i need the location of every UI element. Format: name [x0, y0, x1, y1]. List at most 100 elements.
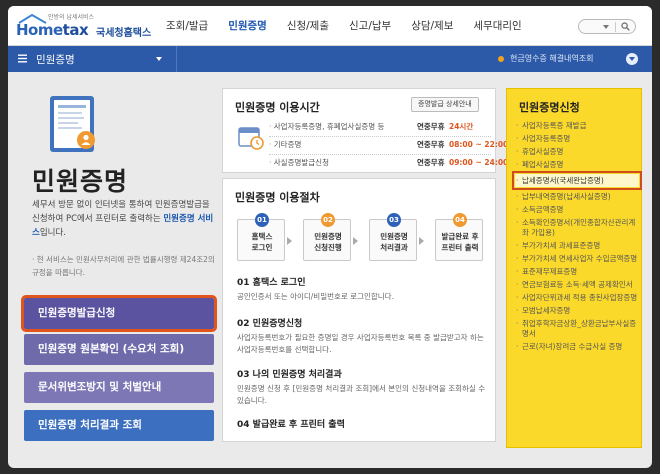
logo-tax-text: tax [62, 21, 89, 39]
arrow-right-icon [353, 237, 358, 245]
procedure-detail-heading: 02 민원증명신청 [237, 319, 303, 329]
procedure-title: 민원증명 이용절차 [235, 191, 320, 204]
hours-time: 09:00 ~ 24:00 [449, 158, 509, 167]
service-description: 세무서 방문 없이 인터넷을 통하여 민원증명발급을 신청하여 PC에서 프린터… [32, 198, 216, 240]
browser-page: 안방의 납세서비스 Hometax 국세청홈택스 조회/발급 민원증명 신청/제… [8, 6, 652, 468]
logo-home-text: Home [16, 21, 63, 39]
search-box[interactable] [578, 19, 636, 34]
certificate-link-highlighted[interactable]: 납세증명서(국세완납증명) [512, 171, 642, 190]
logo-korean-name: 국세청홈택스 [96, 28, 152, 39]
certificate-link[interactable]: 소득금액증명 [515, 203, 639, 216]
hours-days: 연중무휴 [417, 122, 445, 131]
certificate-link[interactable]: 사업자등록증명 [515, 132, 639, 145]
page-title: 민원증명 [32, 167, 129, 196]
nav-consult-report[interactable]: 상담/제보 [401, 6, 463, 46]
certificate-link[interactable]: 소득확인증명서(개인종합자산관리계좌 가입용) [515, 216, 639, 239]
apply-certificate-button[interactable]: 민원증명발급신청 [21, 295, 217, 332]
result-inquiry-button[interactable]: 민원증명 처리결과 조회 [24, 410, 214, 441]
hours-service: 사실증명발급신청 [269, 155, 329, 171]
main-navigation: 조회/발급 민원증명 신청/제출 신고/납부 상담/제보 세무대리인 [156, 6, 532, 46]
certificate-link[interactable]: 연금보험료등 소득·세액 공제확인서 [515, 278, 639, 291]
procedure-detail-heading: 01 홈택스 로그인 [237, 278, 306, 288]
notice-text[interactable]: 현금영수증 해결내역조회 [510, 53, 594, 64]
step-label: 홈택스 로그인 [238, 231, 286, 253]
procedure-step: 02 민원증명 신청진행 [303, 213, 351, 261]
procedure-step: 03 민원증명처리결과 [369, 213, 418, 261]
hours-service: 기타증명 [269, 137, 302, 153]
calendar-clock-icon [238, 127, 264, 150]
forgery-prevention-button[interactable]: 문서위변조방지 및 처벌안내 [24, 372, 214, 403]
hamburger-icon[interactable] [18, 54, 27, 63]
procedure-detail-heading: 03 나의 민원증명 처리결과 [237, 370, 342, 380]
detail-guide-button[interactable]: 증명발급 상세안내 [411, 97, 479, 112]
search-icon[interactable] [621, 22, 630, 31]
nav-apply-submit[interactable]: 신청/제출 [277, 6, 339, 46]
verify-original-button[interactable]: 민원증명 원본확인 (수요처 조회) [24, 334, 214, 365]
usage-hours-title: 민원증명 이용시간 [235, 101, 320, 114]
procedure-detail-text: 민원증명 신청 후 [민원증명 처리결과 조회]에서 본인의 신청내역을 조회하… [237, 384, 486, 405]
step-label: 민원증명처리결과 [370, 231, 418, 253]
procedure-detail-heading: 04 발급완료 후 프린터 출력 [237, 420, 345, 430]
step-label-line: 신청진행 [314, 243, 342, 252]
step-label-line: 민원증명 [380, 232, 408, 241]
section-bar: 민원증명 현금영수증 해결내역조회 [8, 46, 652, 72]
certificate-link[interactable]: 부가가치세 면세사업자 수입금액증명 [515, 252, 639, 265]
certificate-link[interactable]: 사업자단위과세 적용 종된사업장증명 [515, 291, 639, 304]
certificate-link[interactable]: 취업후학자금상환_상환금납부사실증명서 [515, 317, 639, 340]
certificate-link[interactable]: 모범납세자증명 [515, 304, 639, 317]
hours-service: 사업자등록증명, 휴폐업사실증명 등 [269, 119, 385, 135]
legal-note: · 현 서비스는 민원사무처리에 관한 법률시행령 제24조2의 규정을 따릅니… [32, 255, 215, 277]
step-label-line: 처리결과 [380, 243, 408, 252]
certificate-link[interactable]: 납부내역증명(납세사실증명) [515, 190, 639, 203]
usage-procedure-card: 민원증명 이용절차 01 홈택스 로그인 02 민원증명 신청진행 03 민원증명처… [222, 178, 496, 442]
nav-civil-certificate[interactable]: 민원증명 [218, 6, 277, 46]
apply-panel-title: 민원증명신청 [519, 101, 580, 114]
hours-time: 24시간 [449, 122, 474, 131]
left-intro-panel: 민원증명 세무서 방문 없이 인터넷을 통하여 민원증명발급을 신청하여 PC에… [21, 82, 218, 462]
procedure-detail: 04 발급완료 후 프린터 출력 [237, 417, 487, 430]
certificate-link[interactable]: 표준재무제표증명 [515, 265, 639, 278]
procedure-detail: 03 나의 민원증명 처리결과 민원증명 신청 후 [민원증명 처리결과 조회]… [237, 367, 487, 407]
step-number: 03 [387, 213, 401, 227]
notice-toggle-icon[interactable] [626, 53, 638, 65]
logo-tagline: 안방의 납세서비스 [48, 14, 95, 21]
document-icon [50, 96, 95, 152]
procedure-detail-text: 공인인증서 또는 아이디/비밀번호로 로그인합니다. [237, 292, 394, 301]
top-header: 안방의 납세서비스 Hometax 국세청홈택스 조회/발급 민원증명 신청/제… [8, 6, 652, 46]
certificate-apply-panel: 민원증명신청 사업자등록증 재발급사업자등록증명휴업사실증명폐업사실증명납세증명… [506, 88, 642, 448]
step-number: 02 [321, 213, 335, 227]
chevron-down-icon[interactable] [156, 57, 162, 61]
section-title[interactable]: 민원증명 [36, 52, 75, 67]
step-label-line: 발급완료 후 [441, 232, 479, 241]
hours-row: 사실증명발급신청 연중무휴 09:00 ~ 24:00 [269, 155, 508, 171]
step-number: 04 [453, 213, 467, 227]
hometax-logo[interactable]: 안방의 납세서비스 Hometax 국세청홈택스 [16, 13, 152, 41]
step-label-line: 프린터 출력 [441, 243, 479, 252]
step-label-line: 홈택스 [251, 232, 273, 241]
hours-days: 연중무휴 [417, 140, 445, 149]
nav-tax-agent[interactable]: 세무대리인 [463, 6, 531, 46]
hours-time: 08:00 ~ 22:00 [449, 140, 509, 149]
chevron-down-icon[interactable] [603, 25, 609, 29]
arrow-right-icon [287, 237, 292, 245]
search-divider [615, 22, 616, 32]
certificate-link[interactable]: 부가가치세 과세표준증명 [515, 239, 639, 252]
certificate-link[interactable]: 휴업사실증명 [515, 145, 639, 158]
nav-inquiry-issue[interactable]: 조회/발급 [156, 6, 218, 46]
hours-days: 연중무휴 [417, 158, 445, 167]
procedure-detail-text: 사업자등록번호가 필요한 증명일 경우 사업자등록번호 목록 중 발급받고자 하… [237, 333, 484, 354]
hours-row: 사업자등록증명, 휴폐업사실증명 등 연중무휴 24시간 [269, 119, 489, 135]
section-divider [176, 46, 177, 72]
nav-report-pay[interactable]: 신고/납부 [339, 6, 401, 46]
procedure-detail: 02 민원증명신청 사업자등록번호가 필요한 증명일 경우 사업자등록번호 목록… [237, 316, 487, 356]
step-number: 01 [255, 213, 269, 227]
logo-wordmark: Hometax [16, 21, 89, 39]
procedure-step: 04 발급완료 후프린터 출력 [435, 213, 484, 261]
usage-hours-card: 민원증명 이용시간 증명발급 상세안내 사업자등록증명, 휴폐업사실증명 등 연… [222, 88, 508, 173]
certificate-link[interactable]: 근로(자녀)장려금 수급사실 증명 [515, 340, 639, 353]
description-end: 입니다. [39, 228, 66, 238]
certificate-link[interactable]: 사업자등록증 재발급 [515, 119, 639, 132]
procedure-step: 01 홈택스 로그인 [237, 213, 286, 261]
certificate-link[interactable]: 폐업사실증명 [515, 158, 639, 171]
step-label: 발급완료 후프린터 출력 [436, 231, 484, 253]
